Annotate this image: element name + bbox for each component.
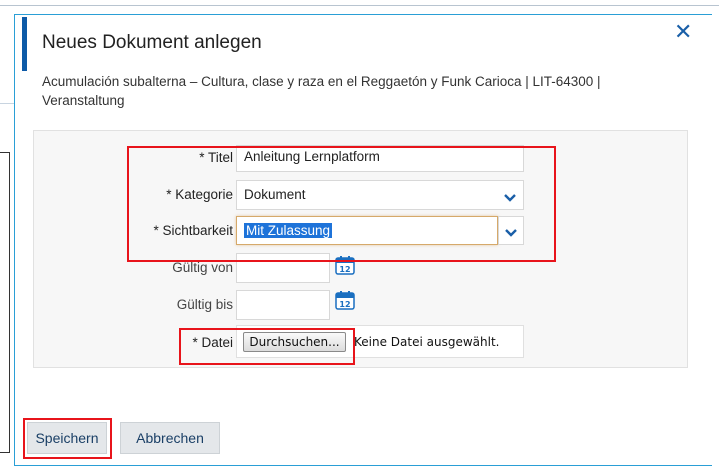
annotation-box-file bbox=[179, 328, 355, 365]
title-accent-bar bbox=[22, 17, 27, 71]
background-panel bbox=[0, 152, 10, 453]
dialog-title: Neues Dokument anlegen bbox=[42, 32, 262, 53]
calendar-icon[interactable]: 12 bbox=[335, 290, 355, 310]
annotation-box-save bbox=[23, 418, 112, 459]
annotation-box-fields bbox=[127, 146, 556, 262]
gueltig-bis-input[interactable] bbox=[236, 290, 330, 320]
calendar-icon-day: 12 bbox=[339, 265, 350, 274]
cancel-button[interactable]: Abbrechen bbox=[120, 422, 220, 454]
gueltig-bis-label: Gültig bis bbox=[176, 297, 233, 312]
close-icon[interactable]: ✕ bbox=[674, 20, 692, 45]
file-status: Keine Datei ausgewählt. bbox=[354, 335, 500, 349]
dialog-subtitle: Acumulación subalterna – Cultura, clase … bbox=[42, 74, 601, 108]
gueltig-von-label: Gültig von bbox=[172, 260, 233, 275]
calendar-icon-day: 12 bbox=[339, 300, 350, 309]
background-border bbox=[0, 5, 719, 6]
